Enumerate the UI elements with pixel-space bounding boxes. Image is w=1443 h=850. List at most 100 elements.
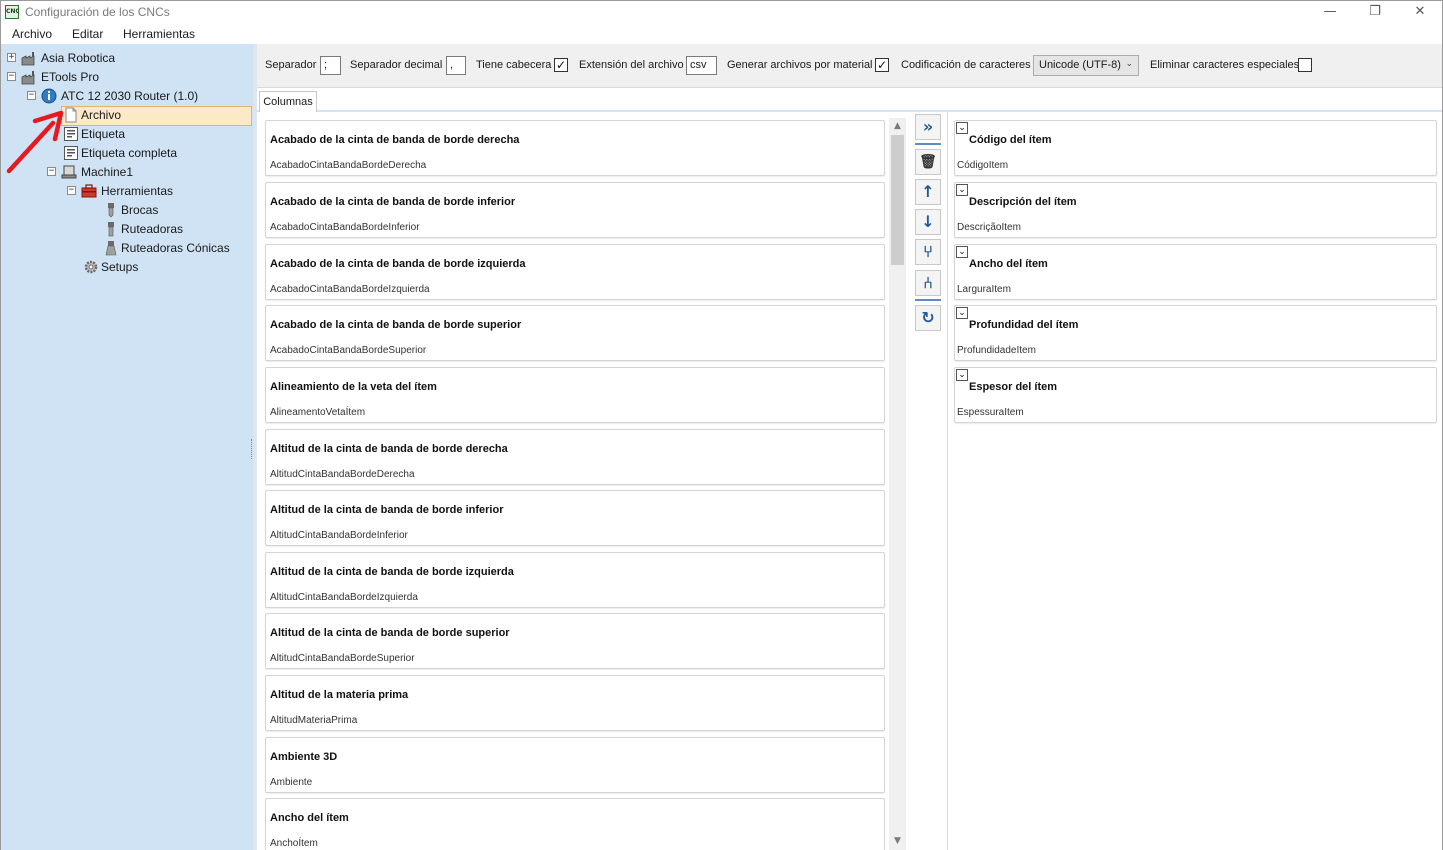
scroll-up-icon[interactable]: ▲ — [889, 118, 906, 135]
available-column-item[interactable]: Ancho del ítem AnchoÍtem — [265, 798, 885, 850]
available-column-item[interactable]: Acabado de la cinta de banda de borde su… — [265, 305, 885, 361]
tree-label: Machine1 — [81, 165, 134, 179]
split-column-button[interactable]: ⑃ — [915, 270, 941, 296]
available-column-item[interactable]: Acabado de la cinta de banda de borde de… — [265, 120, 885, 176]
menu-editar[interactable]: Editar — [72, 27, 103, 41]
tiene-cabecera-label: Tiene cabecera — [476, 59, 552, 71]
chevron-down-icon[interactable]: ⌄ — [956, 122, 968, 134]
column-title: Descripción del ítem — [969, 196, 1077, 208]
chevron-down-icon[interactable]: ⌄ — [956, 184, 968, 196]
delete-column-button[interactable]: 🗑 — [915, 149, 941, 175]
available-column-item[interactable]: Altitud de la materia prima AltitudMateri… — [265, 675, 885, 731]
menu-archivo[interactable]: Archivo — [12, 27, 52, 41]
eliminar-especiales-checkbox[interactable] — [1298, 58, 1312, 72]
gear-icon — [84, 260, 98, 274]
selected-columns-list: ⌄ Código del ítem CódigoItem ⌄ Descripción … — [947, 112, 1442, 850]
available-column-item[interactable]: Acabado de la cinta de banda de borde in… — [265, 182, 885, 238]
move-up-button[interactable]: ↑ — [915, 179, 941, 205]
tree-node-machine1[interactable]: − Machine1 — [45, 163, 250, 182]
separador-decimal-input[interactable]: , — [446, 56, 466, 75]
selected-column-item[interactable]: ⌄ Profundidad del ítem ProfundidadeItem — [954, 305, 1437, 361]
selected-column-item[interactable]: ⌄ Ancho del ítem LarguraItem — [954, 244, 1437, 300]
collapse-icon[interactable]: − — [67, 186, 76, 195]
tree-node-archivo[interactable]: Archivo — [61, 106, 251, 125]
add-column-button[interactable]: » — [915, 114, 941, 140]
selected-column-item[interactable]: ⌄ Espesor del ítem EspessuraItem — [954, 367, 1437, 423]
available-column-item[interactable]: Alineamiento de la veta del ítem Alineame… — [265, 367, 885, 423]
tree-node-etools-pro[interactable]: − ETools Pro — [5, 68, 245, 87]
tree-node-etiqueta[interactable]: Etiqueta — [61, 125, 251, 144]
column-title: Código del ítem — [969, 134, 1052, 146]
extension-label: Extensión del archivo — [579, 59, 684, 71]
separador-label: Separador — [265, 59, 317, 71]
column-title: Acabado de la cinta de banda de borde in… — [270, 196, 516, 208]
generar-por-material-checkbox[interactable]: ✓ — [875, 58, 889, 72]
codificacion-select[interactable]: Unicode (UTF-8) ⌄ — [1033, 55, 1139, 76]
cnc-app-icon: CNC — [5, 5, 19, 19]
collapse-icon[interactable]: − — [27, 91, 36, 100]
available-column-item[interactable]: Ambiente 3D Ambiente — [265, 737, 885, 793]
selected-column-item[interactable]: ⌄ Descripción del ítem DescriçãoItem — [954, 182, 1437, 238]
column-key: AltitudCintaBandaBordeSuperior — [270, 653, 415, 664]
column-key: AnchoÍtem — [270, 838, 318, 849]
router-bit-icon — [108, 222, 114, 237]
chevron-down-icon: ⌄ — [1125, 58, 1133, 68]
tiene-cabecera-checkbox[interactable]: ✓ — [554, 58, 568, 72]
merge-columns-button[interactable]: ⑂ — [915, 239, 941, 265]
chevron-down-icon[interactable]: ⌄ — [956, 307, 968, 319]
available-column-item[interactable]: Altitud de la cinta de banda de borde iz… — [265, 552, 885, 608]
column-key: AltitudCintaBandaBordeDerecha — [270, 469, 415, 480]
tab-strip — [257, 88, 1442, 112]
collapse-icon[interactable]: − — [7, 72, 16, 81]
available-column-item[interactable]: Acabado de la cinta de banda de borde iz… — [265, 244, 885, 300]
trash-icon: 🗑 — [919, 154, 937, 170]
tree-label: Archivo — [81, 108, 122, 122]
available-column-item[interactable]: Altitud de la cinta de banda de borde de… — [265, 429, 885, 485]
file-settings-toolbar: Separador ; Separador decimal , Tiene ca… — [257, 44, 1442, 88]
separador-decimal-label: Separador decimal — [350, 59, 443, 71]
column-title: Espesor del ítem — [969, 381, 1058, 393]
column-title: Acabado de la cinta de banda de borde iz… — [270, 258, 526, 270]
tree-node-atc-router[interactable]: − ATC 12 2030 Router (1.0) — [25, 87, 250, 106]
main-window: CNC Configuración de los CNCs — ❐ ✕ Arch… — [0, 0, 1443, 850]
column-key: AltitudCintaBandaBordeIzquierda — [270, 592, 418, 603]
menu-herramientas[interactable]: Herramientas — [123, 27, 195, 41]
column-title: Altitud de la cinta de banda de borde su… — [270, 627, 510, 639]
content-area: Separador ; Separador decimal , Tiene ca… — [257, 44, 1442, 850]
tree-node-etiqueta-completa[interactable]: Etiqueta completa — [61, 144, 251, 163]
column-key: CódigoItem — [957, 160, 1009, 171]
double-chevron-right-icon: » — [922, 117, 934, 136]
restore-button[interactable]: ❐ — [1353, 1, 1397, 23]
tab-columnas[interactable]: Columnas — [259, 91, 317, 112]
tree-node-ruteadoras-conicas[interactable]: Ruteadoras Cónicas — [101, 239, 251, 258]
available-column-item[interactable]: Altitud de la cinta de banda de borde in… — [265, 490, 885, 546]
tree-node-setups[interactable]: Setups — [81, 258, 246, 277]
tree-node-herramientas[interactable]: − Herramientas — [65, 182, 250, 201]
column-key: Ambiente — [270, 777, 313, 788]
menu-bar: Archivo Editar Herramientas — [1, 23, 1442, 44]
available-columns-scrollbar[interactable]: ▲ ▼ — [889, 118, 906, 850]
scroll-down-icon[interactable]: ▼ — [889, 833, 906, 850]
expand-icon[interactable]: + — [7, 53, 16, 62]
minimize-button[interactable]: — — [1308, 1, 1352, 23]
column-key: AcabadoCintaBandaBordeDerecha — [270, 160, 427, 171]
column-title: Altitud de la cinta de banda de borde in… — [270, 504, 504, 516]
extension-input[interactable]: csv — [686, 56, 717, 75]
splitter-grip-icon[interactable] — [251, 439, 254, 459]
refresh-button[interactable]: ↻ — [915, 305, 941, 331]
selected-column-item[interactable]: ⌄ Código del ítem CódigoItem — [954, 120, 1437, 176]
close-button[interactable]: ✕ — [1398, 1, 1442, 23]
available-columns-list: Acabado de la cinta de banda de borde de… — [263, 118, 888, 850]
tree-label: Ruteadoras — [121, 222, 184, 236]
separador-input[interactable]: ; — [320, 56, 341, 75]
arrow-up-icon: ↑ — [921, 182, 935, 201]
chevron-down-icon[interactable]: ⌄ — [956, 369, 968, 381]
column-key: AltitudCintaBandaBordeInferior — [270, 530, 408, 541]
move-down-button[interactable]: ↓ — [915, 209, 941, 235]
chevron-down-icon[interactable]: ⌄ — [956, 246, 968, 258]
tree-node-asia-robotica[interactable]: + Asia Robotica — [5, 49, 245, 68]
available-column-item[interactable]: Altitud de la cinta de banda de borde su… — [265, 613, 885, 669]
tree-node-ruteadoras[interactable]: Ruteadoras — [101, 220, 251, 239]
scroll-thumb[interactable] — [891, 135, 904, 265]
tree-node-brocas[interactable]: Brocas — [101, 201, 251, 220]
